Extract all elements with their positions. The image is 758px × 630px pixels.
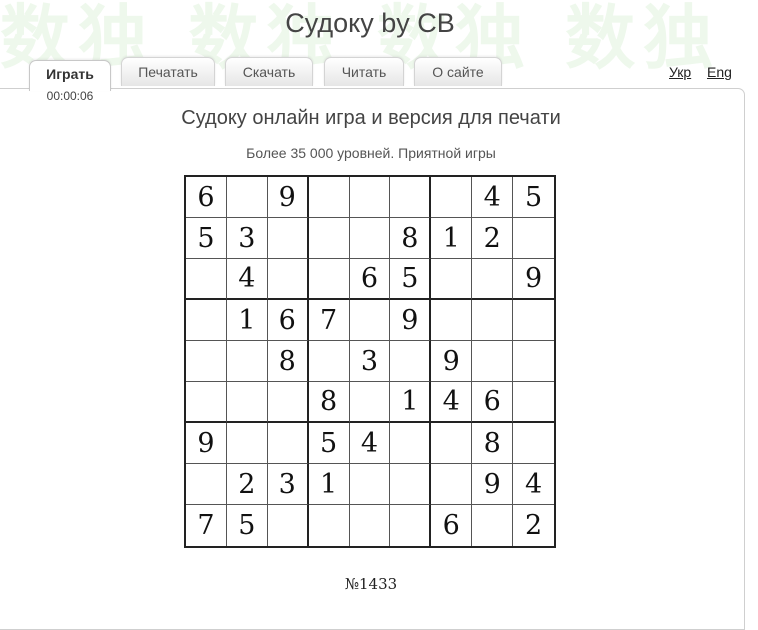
sudoku-cell[interactable] (226, 341, 268, 382)
page-heading: Судоку онлайн игра и версия для печати (181, 107, 561, 129)
game-timer: 00:00:06 (46, 89, 94, 103)
sudoku-cell[interactable]: 6 (186, 177, 227, 218)
sudoku-cell[interactable]: 4 (349, 423, 391, 464)
sudoku-cell[interactable]: 5 (513, 177, 554, 218)
sudoku-cell[interactable] (513, 382, 554, 423)
sudoku-cell[interactable]: 6 (431, 505, 473, 546)
sudoku-cell[interactable] (186, 259, 227, 300)
tab-about[interactable]: О сайте (414, 57, 502, 86)
sudoku-cell[interactable] (431, 300, 473, 341)
lang-ukr-link[interactable]: Укр (669, 64, 691, 80)
tab-print[interactable]: Печатать (121, 57, 215, 86)
sudoku-cell[interactable] (472, 505, 514, 546)
sudoku-cell[interactable] (472, 259, 514, 300)
sudoku-cell[interactable] (431, 177, 473, 218)
sudoku-cell[interactable] (390, 505, 432, 546)
sudoku-cell[interactable] (226, 423, 268, 464)
sudoku-cell[interactable] (186, 341, 227, 382)
sudoku-cell[interactable] (513, 218, 554, 259)
sudoku-cell[interactable] (349, 177, 391, 218)
sudoku-cell[interactable]: 2 (513, 505, 554, 546)
sudoku-cell[interactable] (267, 218, 309, 259)
sudoku-cell[interactable] (513, 300, 554, 341)
sudoku-cell[interactable] (226, 177, 268, 218)
sudoku-cell[interactable]: 5 (308, 423, 350, 464)
sudoku-cell[interactable] (186, 300, 227, 341)
sudoku-cell[interactable]: 7 (308, 300, 350, 341)
sudoku-cell[interactable] (308, 177, 350, 218)
sudoku-cell[interactable] (186, 464, 227, 505)
sudoku-cell[interactable] (350, 505, 391, 546)
sudoku-cell[interactable]: 8 (472, 423, 514, 464)
sudoku-cell[interactable] (472, 300, 514, 341)
sudoku-cell[interactable]: 5 (227, 505, 268, 546)
sudoku-cell[interactable]: 6 (267, 300, 309, 341)
sudoku-cell[interactable]: 4 (431, 382, 473, 423)
sudoku-cell[interactable]: 5 (390, 259, 432, 300)
sudoku-cell[interactable] (349, 218, 391, 259)
sudoku-cell[interactable]: 5 (186, 218, 227, 259)
sudoku-cell[interactable]: 1 (308, 464, 350, 505)
sudoku-cell[interactable]: 1 (390, 382, 432, 423)
sudoku-cell[interactable] (349, 464, 391, 505)
sudoku-cell[interactable]: 2 (472, 218, 514, 259)
sudoku-cell[interactable] (390, 177, 432, 218)
sudoku-cell[interactable]: 9 (390, 300, 432, 341)
sudoku-cell[interactable] (390, 423, 432, 464)
sudoku-cell[interactable]: 3 (267, 464, 309, 505)
sudoku-cell[interactable] (349, 382, 391, 423)
sudoku-cell[interactable] (390, 464, 432, 505)
sudoku-cell[interactable] (308, 341, 350, 382)
sudoku-cell[interactable]: 2 (226, 464, 268, 505)
sudoku-cell[interactable] (267, 423, 309, 464)
lang-eng-link[interactable]: Eng (707, 64, 732, 80)
sudoku-cell[interactable] (431, 259, 473, 300)
sudoku-cell[interactable] (472, 341, 514, 382)
sudoku-cell[interactable] (267, 259, 309, 300)
sudoku-cell[interactable]: 1 (431, 218, 473, 259)
sudoku-cell[interactable] (268, 505, 309, 546)
sudoku-cell[interactable]: 7 (186, 505, 227, 546)
sudoku-cell[interactable] (513, 423, 554, 464)
sudoku-cell[interactable]: 8 (308, 382, 350, 423)
sudoku-cell[interactable]: 3 (226, 218, 268, 259)
sudoku-cell[interactable]: 4 (226, 259, 268, 300)
sudoku-cell[interactable]: 4 (513, 464, 554, 505)
sudoku-cell[interactable] (308, 218, 350, 259)
sudoku-cell[interactable]: 8 (390, 218, 432, 259)
tab-download[interactable]: Скачать (225, 57, 313, 86)
sudoku-cell[interactable]: 9 (513, 259, 554, 300)
sudoku-cell[interactable]: 8 (267, 341, 309, 382)
sudoku-cell[interactable]: 9 (186, 423, 227, 464)
sudoku-cell[interactable]: 6 (472, 382, 514, 423)
sudoku-cell[interactable]: 3 (349, 341, 391, 382)
tab-bar: Играть Печатать Скачать Читать О сайте У… (0, 0, 758, 100)
sudoku-cell[interactable]: 9 (431, 341, 473, 382)
sudoku-cell[interactable] (226, 382, 268, 423)
sudoku-cell[interactable] (186, 382, 227, 423)
sudoku-cell[interactable] (431, 423, 473, 464)
sudoku-cell[interactable] (349, 300, 391, 341)
sudoku-cell[interactable] (513, 341, 554, 382)
sub-heading: Более 35 000 уровней. Приятной игры (246, 145, 496, 161)
puzzle-number: №1433 (344, 575, 398, 593)
sudoku-cell[interactable] (308, 259, 350, 300)
sudoku-grid: 6945538124659167983981469548231947562 (184, 175, 556, 548)
sudoku-cell[interactable]: 9 (472, 464, 514, 505)
sudoku-cell[interactable] (431, 464, 473, 505)
sudoku-cell[interactable] (267, 382, 309, 423)
sudoku-cell[interactable] (309, 505, 350, 546)
tab-play[interactable]: Играть (29, 60, 111, 91)
sudoku-cell[interactable]: 9 (267, 177, 309, 218)
tab-read[interactable]: Читать (324, 57, 404, 86)
sudoku-cell[interactable]: 4 (472, 177, 514, 218)
sudoku-cell[interactable]: 1 (226, 300, 268, 341)
sudoku-cell[interactable] (390, 341, 432, 382)
sudoku-cell[interactable]: 6 (349, 259, 391, 300)
